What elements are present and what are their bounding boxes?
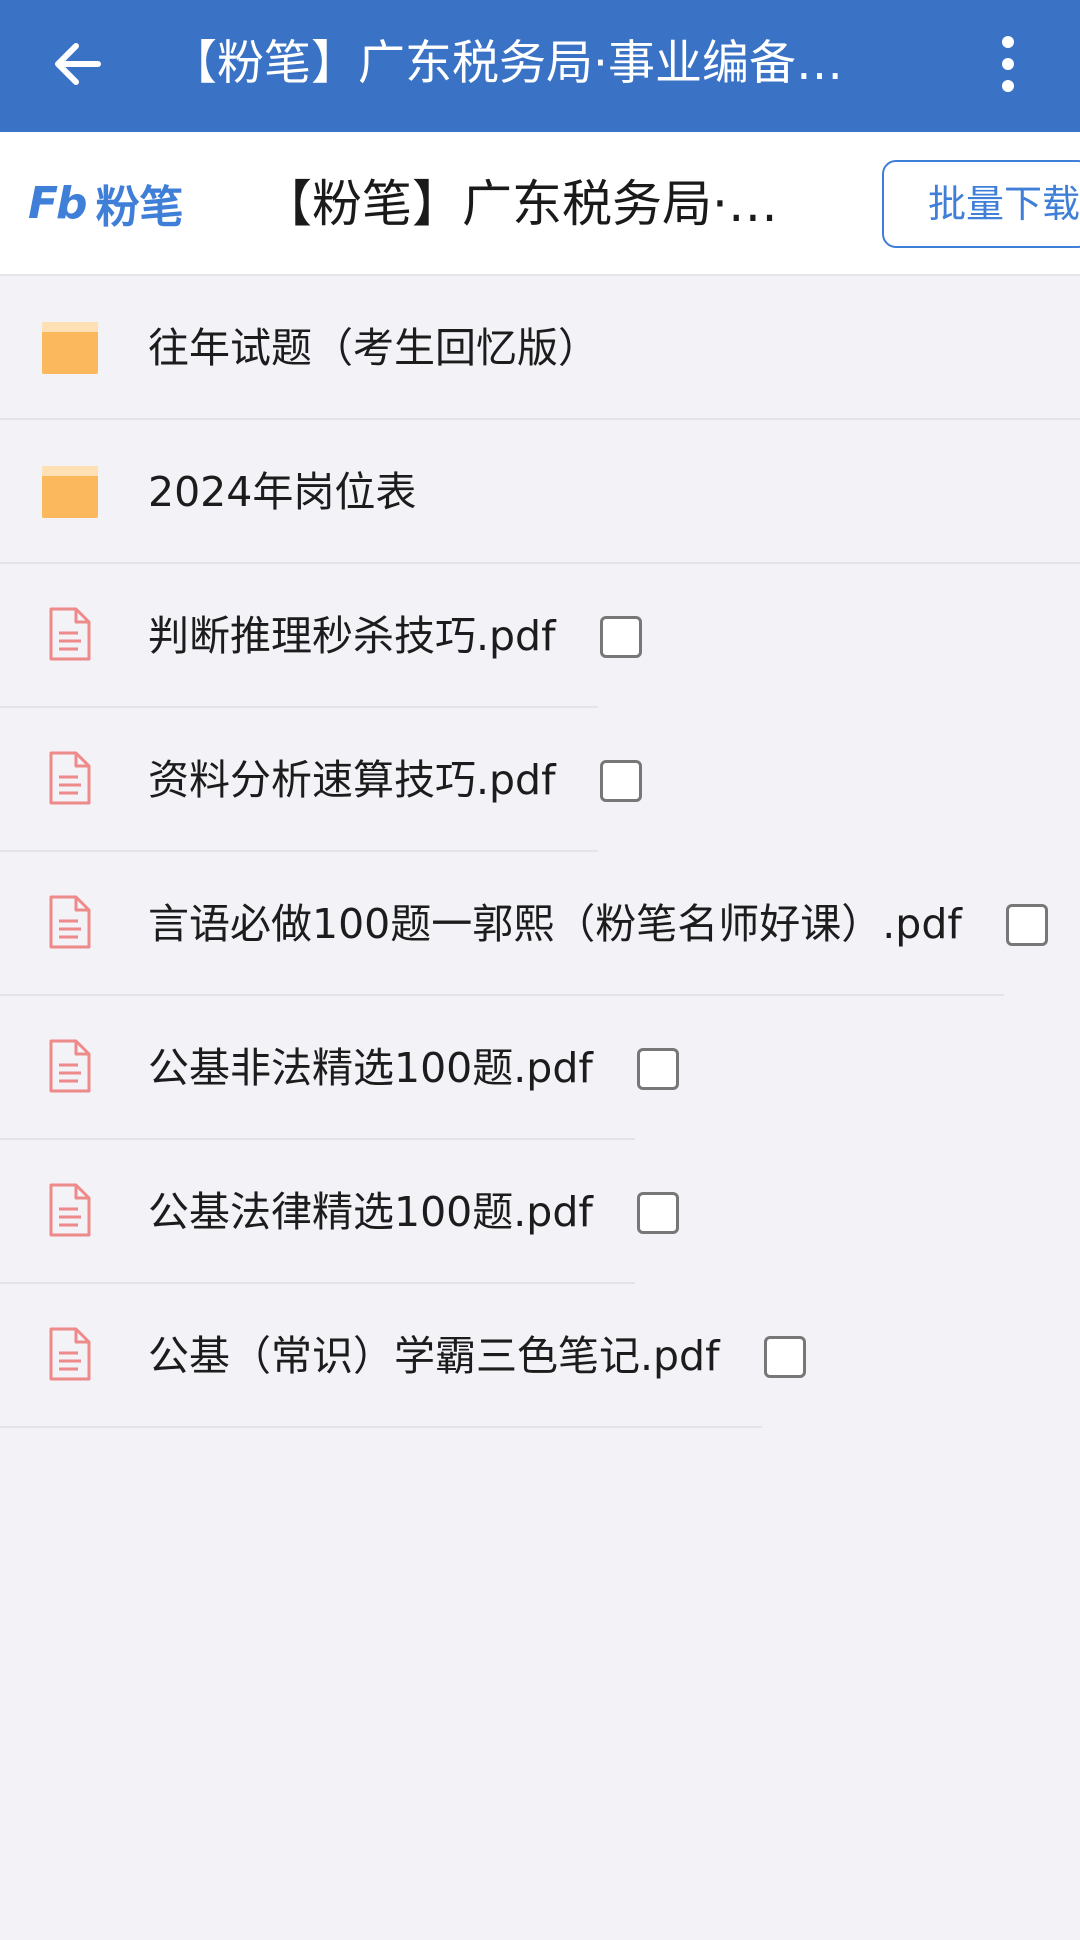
folder-icon bbox=[42, 322, 98, 374]
batch-download-button[interactable]: 批量下载 bbox=[882, 160, 1080, 248]
file-name: 公基（常识）学霸三色笔记.pdf bbox=[148, 1332, 720, 1380]
logo-name: 粉笔 bbox=[95, 182, 184, 233]
file-row[interactable]: 判断推理秒杀技巧.pdf bbox=[0, 564, 1080, 708]
pdf-file-icon bbox=[49, 1039, 91, 1093]
row-divider bbox=[0, 1426, 762, 1428]
pdf-file-icon bbox=[49, 1327, 91, 1381]
folder-icon bbox=[42, 466, 98, 518]
select-checkbox[interactable] bbox=[1006, 904, 1048, 946]
fenbi-logo: Fb 粉笔 bbox=[28, 168, 184, 238]
file-name: 公基非法精选100题.pdf bbox=[148, 1044, 593, 1092]
app-bar-title: 【粉笔】广东税务局·事业编备… bbox=[170, 36, 843, 91]
logo-mark: Fb bbox=[28, 177, 88, 229]
app-bar: 【粉笔】广东税务局·事业编备… bbox=[0, 0, 1080, 132]
page-title: 【粉笔】广东税务局·事… bbox=[262, 175, 822, 233]
more-vertical-icon bbox=[1002, 36, 1014, 48]
file-name: 公基法律精选100题.pdf bbox=[148, 1188, 593, 1236]
select-checkbox[interactable] bbox=[637, 1048, 679, 1090]
folder-name: 2024年岗位表 bbox=[148, 468, 417, 516]
pdf-file-icon bbox=[49, 751, 91, 805]
folder-row[interactable]: 往年试题（考生回忆版） bbox=[0, 276, 1080, 420]
pdf-file-icon bbox=[49, 1183, 91, 1237]
select-checkbox[interactable] bbox=[600, 616, 642, 658]
arrow-left-icon bbox=[55, 43, 101, 85]
select-checkbox[interactable] bbox=[600, 760, 642, 802]
pdf-file-icon bbox=[49, 607, 91, 661]
select-checkbox[interactable] bbox=[637, 1192, 679, 1234]
folder-name: 往年试题（考生回忆版） bbox=[148, 324, 599, 372]
back-button[interactable] bbox=[40, 28, 112, 100]
content-header: Fb 粉笔 【粉笔】广东税务局·事… 批量下载 bbox=[0, 132, 1080, 276]
file-row[interactable]: 公基（常识）学霸三色笔记.pdf bbox=[0, 1284, 1080, 1428]
pdf-file-icon bbox=[49, 895, 91, 949]
file-name: 判断推理秒杀技巧.pdf bbox=[148, 612, 556, 660]
more-menu-button[interactable] bbox=[978, 24, 1038, 104]
file-row[interactable]: 公基法律精选100题.pdf bbox=[0, 1140, 1080, 1284]
file-row[interactable]: 言语必做100题一郭熙（粉笔名师好课）.pdf bbox=[0, 852, 1080, 996]
select-checkbox[interactable] bbox=[764, 1336, 806, 1378]
file-name: 资料分析速算技巧.pdf bbox=[148, 756, 556, 804]
folder-row[interactable]: 2024年岗位表 bbox=[0, 420, 1080, 564]
file-row[interactable]: 公基非法精选100题.pdf bbox=[0, 996, 1080, 1140]
file-row[interactable]: 资料分析速算技巧.pdf bbox=[0, 708, 1080, 852]
file-name: 言语必做100题一郭熙（粉笔名师好课）.pdf bbox=[148, 900, 962, 948]
file-list: 往年试题（考生回忆版） 2024年岗位表判断推理秒杀技巧.pdf 资料分析速算技巧.… bbox=[0, 276, 1080, 1428]
more-dot bbox=[1002, 58, 1014, 70]
more-dot bbox=[1002, 80, 1014, 92]
